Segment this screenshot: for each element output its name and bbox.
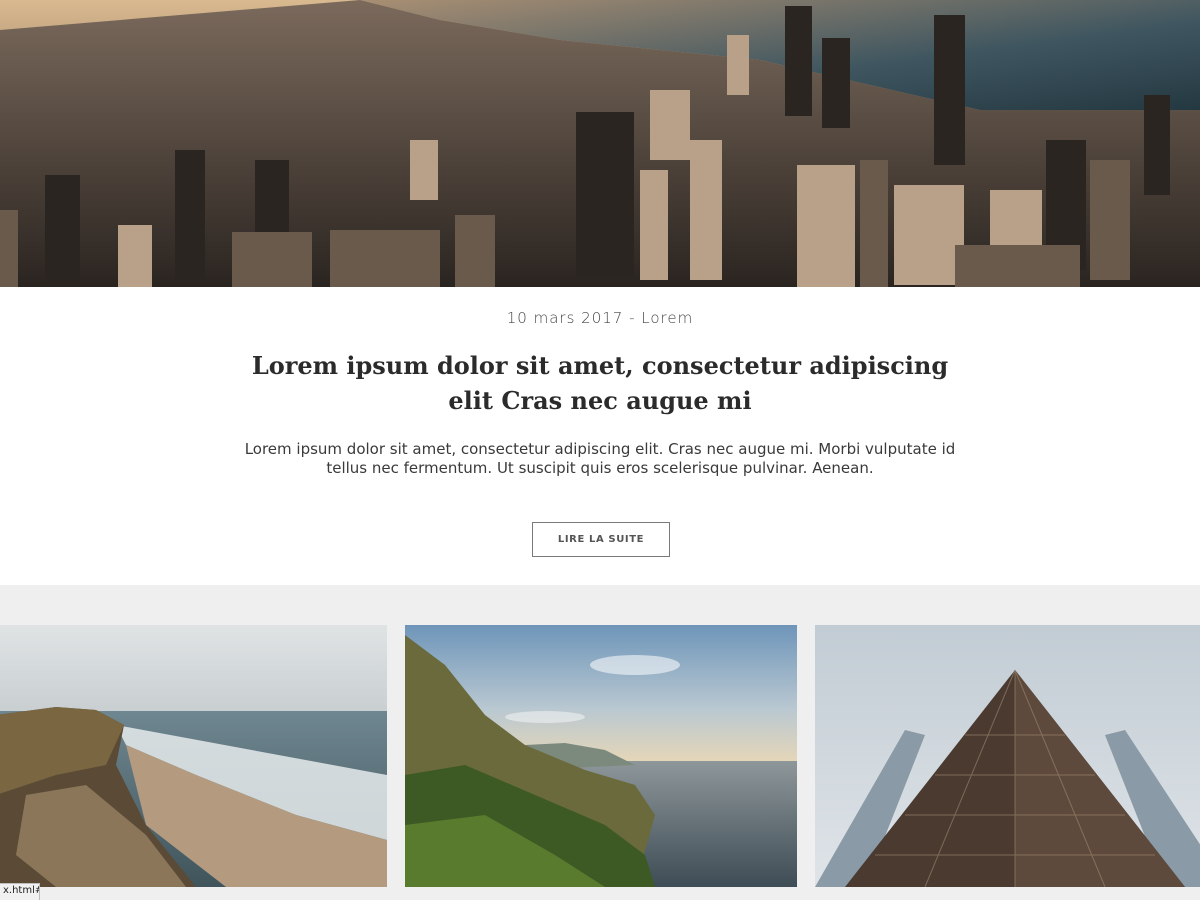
post-excerpt: Lorem ipsum dolor sit amet, consectetur … bbox=[244, 440, 956, 477]
skyscraper-image bbox=[815, 625, 1200, 887]
post-title[interactable]: Lorem ipsum dolor sit amet, consectetur … bbox=[240, 348, 960, 418]
browser-status-url: x.html# bbox=[0, 883, 40, 900]
beach-cliff-image bbox=[0, 625, 387, 887]
post-card-image[interactable] bbox=[815, 625, 1200, 887]
post-date-category: 10 mars 2017 - Lorem bbox=[506, 309, 694, 327]
coastal-mountain-image bbox=[405, 625, 797, 887]
read-more-button[interactable]: LIRE LA SUITE bbox=[532, 522, 670, 557]
post-card-image[interactable] bbox=[405, 625, 797, 887]
post-card-image[interactable] bbox=[0, 625, 387, 887]
hero-image[interactable] bbox=[0, 0, 1200, 287]
city-skyline-image bbox=[0, 0, 1200, 287]
posts-grid bbox=[0, 585, 1200, 900]
